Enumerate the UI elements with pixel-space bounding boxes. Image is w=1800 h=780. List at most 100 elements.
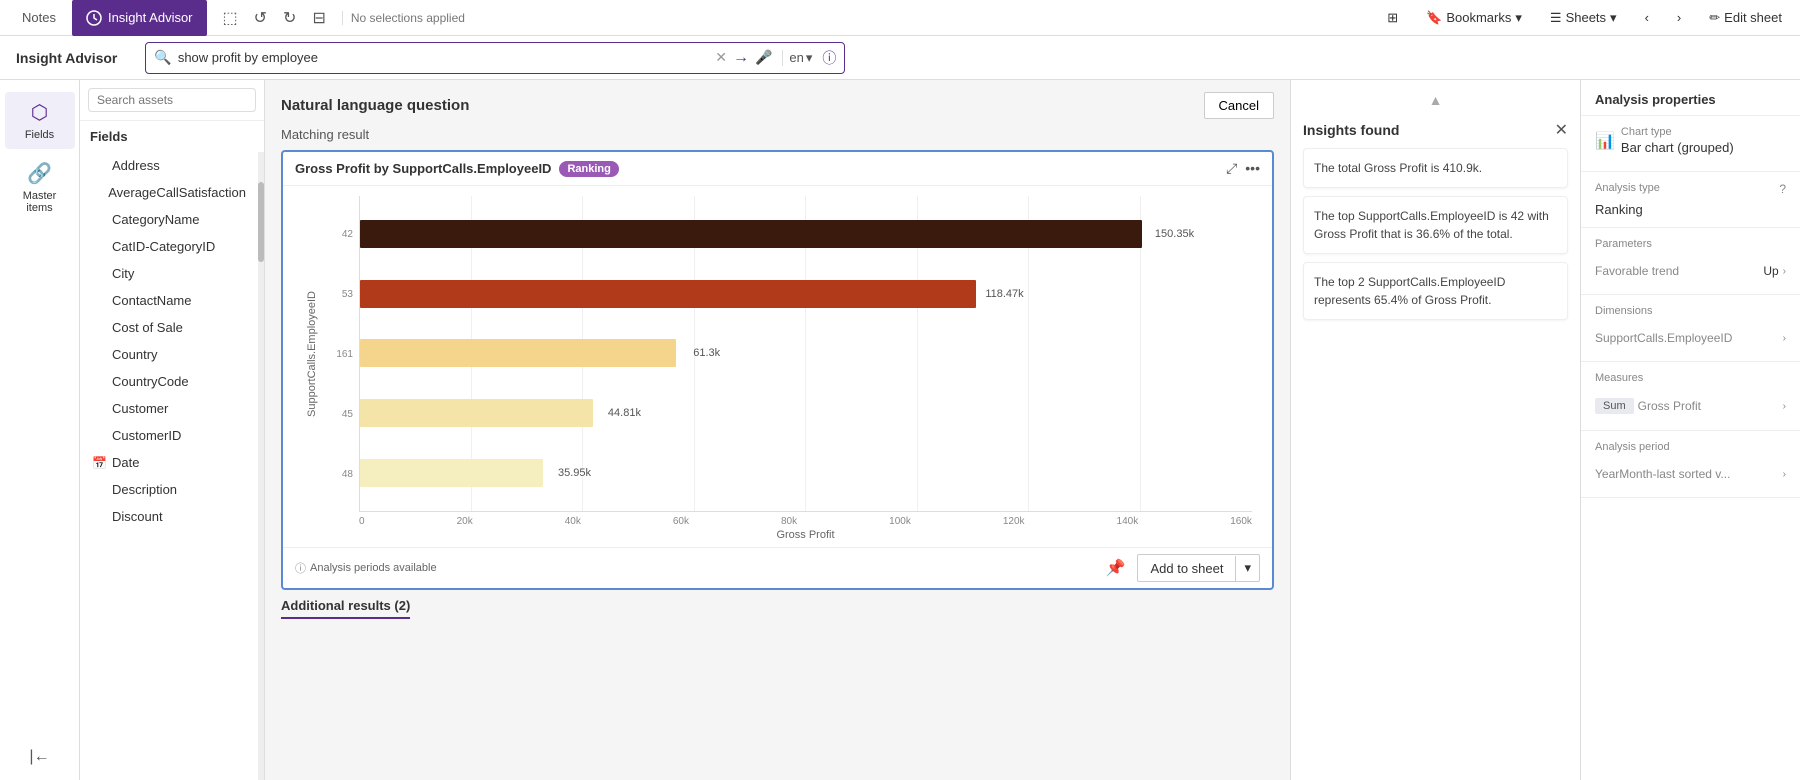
sheets-icon: ☰ [1550,10,1562,26]
top-bar-left: Notes Insight Advisor ⬚ ↺ ↻ ⊟ No selecti… [10,0,473,36]
field-item[interactable]: CountryCode [84,368,254,395]
chart-title: Gross Profit by SupportCalls.EmployeeID … [295,161,619,177]
sheets-btn[interactable]: ☰ Sheets ▾ [1542,6,1625,30]
fields-panel: Fields Address AverageCallSatisfaction C… [80,80,265,780]
additional-results-tab[interactable]: Additional results (2) [281,598,410,619]
bar-5: 35.95k [360,459,543,487]
notes-tab[interactable]: Notes [10,4,68,31]
add-to-sheet-button[interactable]: Add to sheet ▾ [1137,554,1260,582]
chart-section: Natural language question Cancel Matchin… [265,80,1290,780]
undo-btn[interactable]: ↺ [250,6,271,30]
chart-footer-actions: 📌 Add to sheet ▾ [1102,554,1260,582]
matching-result-label: Matching result [265,127,1290,150]
insight-advisor-label: Insight Advisor [108,10,193,25]
grid-btn[interactable]: ⊞ [1379,6,1406,30]
fields-search-area [80,80,264,121]
lang-chevron: ▾ [806,50,813,66]
favorable-trend-value[interactable]: Up › [1763,264,1786,278]
mic-btn[interactable]: 🎤 [755,49,772,66]
insight-card-3: The top 2 SupportCalls.EmployeeID repres… [1303,262,1568,320]
insights-panel: ▲ Insights found ✕ The total Gross Profi… [1290,80,1580,780]
fields-icon: ⬡ [31,100,48,125]
expand-chart-btn[interactable]: ⤢ [1226,160,1237,177]
lock-btn[interactable]: ⊟ [308,6,329,30]
bar-1: 150.35k [360,220,1142,248]
bar-row-1: 150.35k [360,214,1192,254]
sheets-chevron: ▾ [1610,10,1617,26]
language-selector[interactable]: en ▾ [782,50,812,66]
sidebar-item-master-items[interactable]: 🔗 Master items [5,153,75,222]
bookmarks-btn[interactable]: 🔖 Bookmarks ▾ [1418,6,1530,30]
toolbar-icons: ⬚ ↺ ↻ ⊟ No selections applied [219,6,473,30]
field-item[interactable]: Customer [84,395,254,422]
main-layout: ⬡ Fields 🔗 Master items |← Fields Addres… [0,80,1800,780]
fields-list: Address AverageCallSatisfaction Category… [80,152,258,780]
top-bar-right: ⊞ 🔖 Bookmarks ▾ ☰ Sheets ▾ ‹ › ✏ Edit sh… [1379,6,1790,30]
sidebar-item-fields[interactable]: ⬡ Fields [5,92,75,149]
edit-sheet-btn[interactable]: ✏ Edit sheet [1701,6,1790,30]
measure-sum-badge: Sum [1595,398,1634,414]
field-item[interactable]: CustomerID [84,422,254,449]
search-icon: 🔍 [154,49,171,66]
search-input[interactable] [178,50,709,65]
sidebar-collapse-btn[interactable]: |← [25,746,53,768]
field-item[interactable]: City [84,260,254,287]
insights-close-btn[interactable]: ✕ [1555,120,1568,140]
insight-card-1: The total Gross Profit is 410.9k. [1303,148,1568,188]
analysis-period-row[interactable]: YearMonth-last sorted v... › [1595,461,1786,487]
y-axis-label: SupportCalls.EmployeeID [306,291,318,417]
sub-title: Insight Advisor [16,50,117,66]
content-middle: Natural language question Cancel Matchin… [265,80,1580,780]
bar-4: 44.81k [360,399,593,427]
field-item[interactable]: Description [84,476,254,503]
clear-search-btn[interactable]: ✕ [715,49,727,66]
field-item[interactable]: Discount [84,503,254,530]
field-item[interactable]: 📅 Date [84,449,254,476]
bar-row-4: 44.81k [360,393,1192,433]
dimension-row[interactable]: SupportCalls.EmployeeID › [1595,325,1786,351]
dimensions-section: Dimensions SupportCalls.EmployeeID › [1581,295,1800,362]
insight-card-2: The top SupportCalls.EmployeeID is 42 wi… [1303,196,1568,254]
chart-body: SupportCalls.EmployeeID 42 53 161 45 48 [283,186,1272,516]
insights-scroll-up[interactable]: ▲ [1303,92,1568,108]
parameters-section: Parameters Favorable trend Up › [1581,228,1800,295]
properties-panel: Analysis properties 📊 Chart type Bar cha… [1580,80,1800,780]
select-tool-btn[interactable]: ⬚ [219,6,242,30]
sub-header: Insight Advisor 🔍 ✕ → 🎤 en ▾ ⓘ [0,36,1800,80]
field-item[interactable]: AverageCallSatisfaction [84,179,254,206]
chart-actions: ⤢ ••• [1226,160,1260,177]
x-axis-label: Gross Profit [339,529,1272,547]
chart-type-header: 📊 Chart type Bar chart (grouped) [1595,126,1786,155]
cancel-button[interactable]: Cancel [1204,92,1274,119]
insights-title: Insights found [1303,122,1399,138]
properties-title: Analysis properties [1581,80,1800,116]
add-to-sheet-dropdown-arrow[interactable]: ▾ [1236,555,1259,581]
info-circle-icon: ⓘ [295,560,306,576]
field-item[interactable]: ContactName [84,287,254,314]
analysis-type-help[interactable]: ? [1779,182,1786,196]
search-submit-btn[interactable]: → [733,49,749,67]
analysis-period-section: Analysis period YearMonth-last sorted v.… [1581,431,1800,498]
field-item[interactable]: CategoryName [84,206,254,233]
insights-header: Insights found ✕ [1303,120,1568,140]
analysis-type-section: Analysis type ? Ranking [1581,172,1800,228]
favorable-trend-row: Favorable trend Up › [1595,258,1786,284]
chart-type-section: 📊 Chart type Bar chart (grouped) [1581,116,1800,172]
insight-advisor-tab[interactable]: Insight Advisor [72,0,207,36]
field-item[interactable]: Address [84,152,254,179]
nav-forward-btn[interactable]: › [1669,6,1689,29]
measure-row[interactable]: Sum Gross Profit › [1595,392,1786,420]
analysis-period-chevron: › [1783,469,1786,480]
field-item[interactable]: CatID-CategoryID [84,233,254,260]
fields-search-input[interactable] [88,88,256,112]
info-btn[interactable]: ⓘ [822,48,836,68]
dimension-chevron: › [1783,333,1786,344]
bars-container: 150.35k 118.47k 61.3k [359,196,1252,512]
redo-btn[interactable]: ↻ [279,6,300,30]
nav-back-btn[interactable]: ‹ [1637,6,1657,29]
chart-pin-btn[interactable]: 📌 [1102,556,1130,580]
field-item[interactable]: Country [84,341,254,368]
search-bar: 🔍 ✕ → 🎤 en ▾ ⓘ [145,42,845,74]
field-item[interactable]: Cost of Sale [84,314,254,341]
chart-more-btn[interactable]: ••• [1245,160,1260,177]
